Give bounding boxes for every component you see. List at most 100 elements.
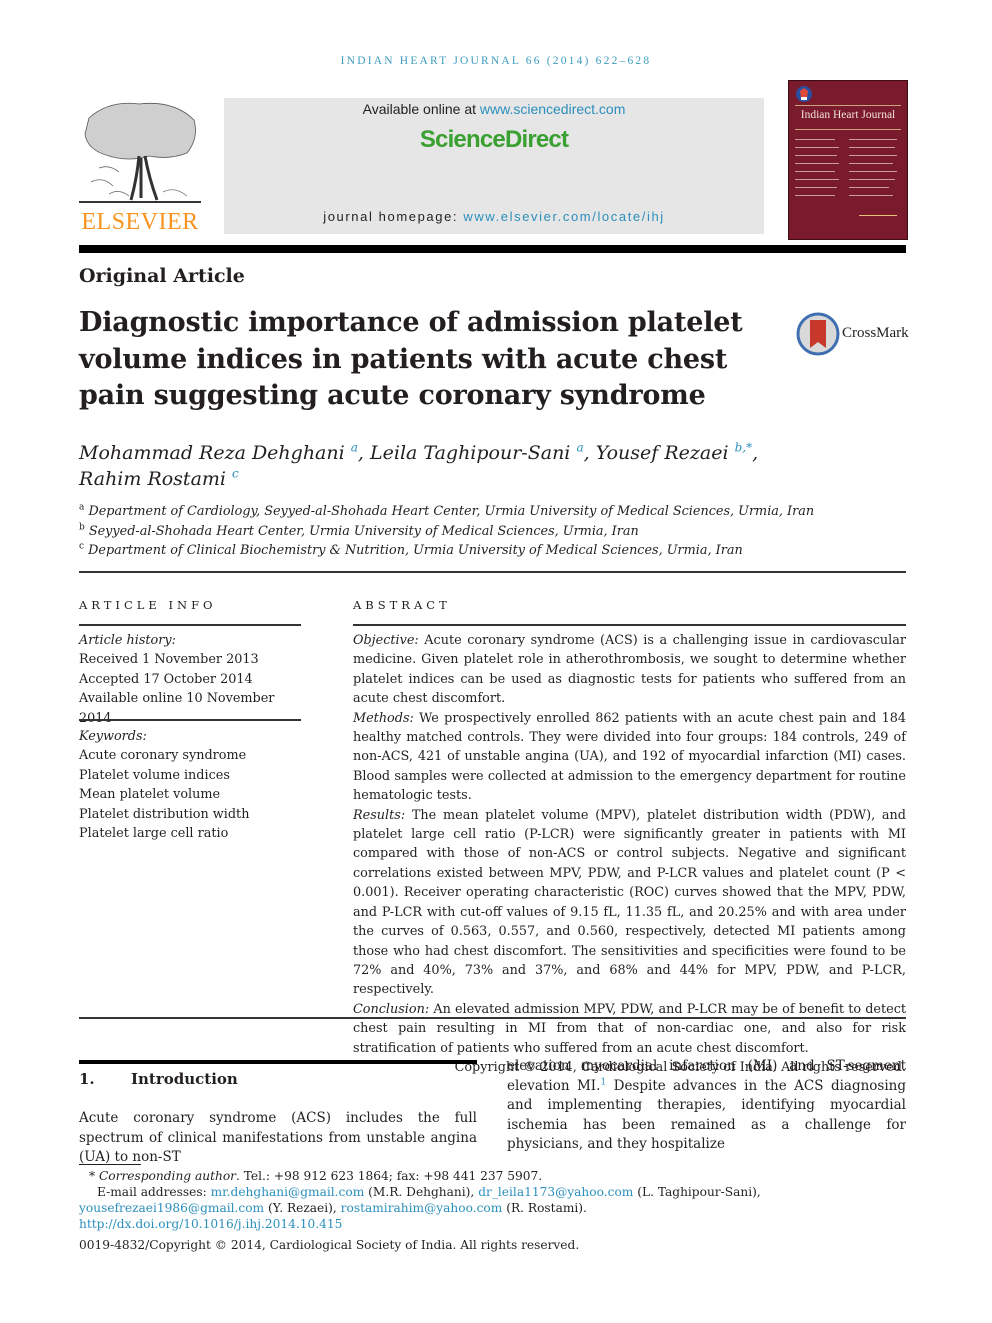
affiliation-marker[interactable]: a xyxy=(576,441,583,455)
abstract-objective: Objective: Acute coronary syndrome (ACS)… xyxy=(353,631,906,709)
abstract-section-text: The mean platelet volume (MPV), platelet… xyxy=(353,807,906,998)
article-info-rule xyxy=(79,624,301,626)
intro-paragraph: Acute coronary syndrome (ACS) includes t… xyxy=(79,1110,477,1165)
article-history: Article history: Received 1 November 201… xyxy=(79,631,309,728)
abstract-methods: Methods: We prospectively enrolled 862 p… xyxy=(353,709,906,806)
author-name[interactable]: Rahim Rostami xyxy=(79,468,226,490)
article-history-label: Article history: xyxy=(79,633,176,648)
journal-emblem-icon xyxy=(796,86,812,102)
abstract-section-text: An elevated admission MPV, PDW, and P-LC… xyxy=(353,1001,906,1056)
affiliation-text: Department of Cardiology, Seyyed-al-Shoh… xyxy=(88,504,815,519)
affiliation-key: c xyxy=(79,541,85,552)
author-separator: , xyxy=(752,442,759,464)
keywords-rule xyxy=(79,719,301,721)
available-online-line: Available online at www.sciencedirect.co… xyxy=(224,101,764,117)
journal-homepage-link[interactable]: www.elsevier.com/locate/ihj xyxy=(463,209,664,224)
doi-link[interactable]: http://dx.doi.org/10.1016/j.ihj.2014.10.… xyxy=(79,1217,342,1231)
crossmark-button[interactable]: CrossMark xyxy=(796,312,909,356)
affiliation-list: a Department of Cardiology, Seyyed-al-Sh… xyxy=(79,502,879,561)
cover-rule-top xyxy=(795,105,901,106)
affiliation-marker[interactable]: c xyxy=(232,467,239,481)
elsevier-wordmark: ELSEVIER xyxy=(81,209,199,235)
footnotes: * Corresponding author. Tel.: +98 912 62… xyxy=(79,1168,906,1253)
section-divider xyxy=(79,571,906,573)
sciencedirect-link[interactable]: www.sciencedirect.com xyxy=(480,101,626,117)
journal-cover-thumbnail[interactable]: Indian Heart Journal xyxy=(788,80,908,240)
corresponding-label: Corresponding author xyxy=(98,1169,236,1183)
doi-line: http://dx.doi.org/10.1016/j.ihj.2014.10.… xyxy=(79,1216,906,1232)
author-list: Mohammad Reza Dehghani a, Leila Taghipou… xyxy=(79,440,839,492)
section-heading-introduction: 1. Introduction xyxy=(79,1070,238,1088)
email-addresses: E-mail addresses: mr.dehghani@gmail.com … xyxy=(79,1184,906,1216)
email-owner: (R. Rostami). xyxy=(502,1201,587,1215)
article-title: Diagnostic importance of admission plate… xyxy=(79,307,743,411)
affiliation-marker[interactable]: b,* xyxy=(735,441,753,455)
journal-homepage-prefix: journal homepage: xyxy=(323,209,464,224)
affiliation: a Department of Cardiology, Seyyed-al-Sh… xyxy=(79,502,879,522)
abstract-section-text: Acute coronary syndrome (ACS) is a chall… xyxy=(353,633,906,707)
abstract-section-text: We prospectively enrolled 862 patients w… xyxy=(353,710,906,804)
keywords-label: Keywords: xyxy=(79,729,147,744)
email-owner: (Y. Rezaei), xyxy=(264,1201,341,1215)
footnote-rule xyxy=(79,1164,141,1165)
email-owner: (L. Taghipour-Sani), xyxy=(633,1185,761,1199)
section-title: Introduction xyxy=(131,1070,238,1088)
email-label: E-mail addresses: xyxy=(97,1185,211,1199)
keyword: Platelet large cell ratio xyxy=(79,826,229,842)
corresponding-author-note: * Corresponding author. Tel.: +98 912 62… xyxy=(89,1169,543,1183)
author-name[interactable]: Mohammad Reza Dehghani xyxy=(79,442,345,464)
issn-copyright: 0019-4832/Copyright © 2014, Cardiologica… xyxy=(79,1238,580,1252)
abstract-section-label: Methods: xyxy=(353,710,414,726)
affiliation: c Department of Clinical Biochemistry & … xyxy=(79,541,879,561)
intro-column-right: elevation myocardial infarction (MI) and… xyxy=(507,1057,906,1155)
abstract-section-label: Objective: xyxy=(353,633,419,648)
keyword: Platelet distribution width xyxy=(79,806,250,822)
email-link[interactable]: rostamirahim@yahoo.com xyxy=(341,1201,503,1215)
email-link[interactable]: dr_leila1173@yahoo.com xyxy=(478,1185,633,1199)
abstract-section-label: Results: xyxy=(353,807,406,823)
article-type: Original Article xyxy=(79,265,245,287)
affiliation: b Seyyed-al-Shohada Heart Center, Urmia … xyxy=(79,522,879,542)
running-head: INDIAN HEART JOURNAL 66 (2014) 622–628 xyxy=(340,55,652,67)
affiliation-key: b xyxy=(79,522,85,533)
intro-paragraph-continued: elevation myocardial infarction (MI) and… xyxy=(507,1057,906,1155)
email-link[interactable]: mr.dehghani@gmail.com xyxy=(211,1185,365,1199)
crossmark-icon xyxy=(796,312,840,356)
abstract-conclusion: Conclusion: An elevated admission MPV, P… xyxy=(353,1000,906,1058)
header-rule xyxy=(79,245,906,253)
keywords: Keywords: Acute coronary syndrome Platel… xyxy=(79,727,309,843)
crossmark-label: CrossMark xyxy=(842,325,909,341)
keyword: Mean platelet volume xyxy=(79,787,221,803)
abstract-results: Results: The mean platelet volume (MPV),… xyxy=(353,806,906,1000)
email-link[interactable]: yousefrezaei1986@gmail.com xyxy=(79,1201,264,1215)
abstract-rule xyxy=(353,624,906,626)
available-online-prefix: Available online at xyxy=(362,101,480,117)
abstract-heading: ABSTRACT xyxy=(353,598,451,612)
author-separator: , xyxy=(357,442,370,464)
author-name[interactable]: Leila Taghipour-Sani xyxy=(370,442,570,464)
section-number: 1. xyxy=(79,1070,95,1088)
elsevier-tree-icon xyxy=(79,102,201,203)
cover-rule-bottom xyxy=(795,129,901,130)
abstract-body: Objective: Acute coronary syndrome (ACS)… xyxy=(353,631,906,1077)
abstract-end-rule xyxy=(79,1017,906,1019)
author-name[interactable]: Yousef Rezaei xyxy=(596,442,729,464)
intro-column-left: Acute coronary syndrome (ACS) includes t… xyxy=(79,1109,477,1168)
history-accepted: Accepted 17 October 2014 xyxy=(79,671,253,687)
journal-homepage-line: journal homepage: www.elsevier.com/locat… xyxy=(224,209,764,224)
sciencedirect-banner: Available online at www.sciencedirect.co… xyxy=(224,98,764,234)
sciencedirect-logo[interactable]: ScienceDirect xyxy=(224,126,764,154)
elsevier-logo[interactable]: ELSEVIER xyxy=(79,98,201,236)
affiliation-text: Seyyed-al-Shohada Heart Center, Urmia Un… xyxy=(88,523,639,539)
email-owner: (M.R. Dehghani), xyxy=(364,1185,479,1199)
affiliation-marker[interactable]: a xyxy=(351,441,358,455)
keyword: Acute coronary syndrome xyxy=(79,748,247,764)
cover-title: Indian Heart Journal xyxy=(800,109,896,121)
author-separator: , xyxy=(583,442,596,464)
keyword: Platelet volume indices xyxy=(79,767,230,783)
history-online: Available online 10 November 2014 xyxy=(79,691,275,725)
affiliation-key: a xyxy=(79,502,85,513)
article-info-heading: ARTICLE INFO xyxy=(79,598,217,612)
abstract-section-label: Conclusion: xyxy=(353,1001,430,1017)
corresponding-contact: . Tel.: +98 912 623 1864; fax: +98 441 2… xyxy=(236,1169,543,1183)
